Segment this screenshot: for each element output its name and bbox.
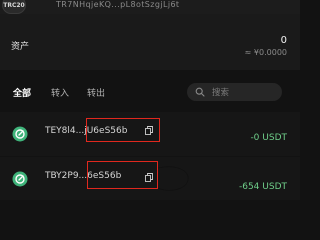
annotation-box — [87, 161, 158, 189]
asset-fiat-value: ≈ ¥0.0000 — [244, 48, 287, 57]
annotation-box — [86, 118, 160, 142]
status-icon — [12, 126, 28, 142]
token-badge: TRC20 — [2, 0, 26, 14]
asset-amount: 0 — [280, 35, 287, 46]
transaction-amount: -0 USDT — [250, 133, 287, 143]
contract-address[interactable]: TR7NHqjeKQ...pL8otSzgjLj6t — [56, 0, 179, 9]
search-icon — [195, 87, 205, 97]
asset-label: 资产 — [11, 42, 30, 52]
account-header: TRC20 TR7NHqjeKQ...pL8otSzgjLj6t — [0, 0, 300, 14]
filter-tabs: 全部 转入 转出 搜索 — [0, 80, 300, 104]
tab-outgoing[interactable]: 转出 — [87, 86, 105, 99]
usdt-wallet-page: TRC20 TR7NHqjeKQ...pL8otSzgjLj6t 资产 0 ≈ … — [0, 0, 300, 200]
search-placeholder: 搜索 — [212, 88, 230, 98]
transaction-amount: -654 USDT — [238, 182, 287, 192]
search-input[interactable]: 搜索 — [187, 83, 282, 101]
status-icon — [12, 171, 28, 187]
tab-incoming[interactable]: 转入 — [51, 86, 69, 99]
tab-all[interactable]: 全部 — [13, 86, 31, 99]
asset-card: 资产 0 ≈ ¥0.0000 — [0, 14, 300, 70]
